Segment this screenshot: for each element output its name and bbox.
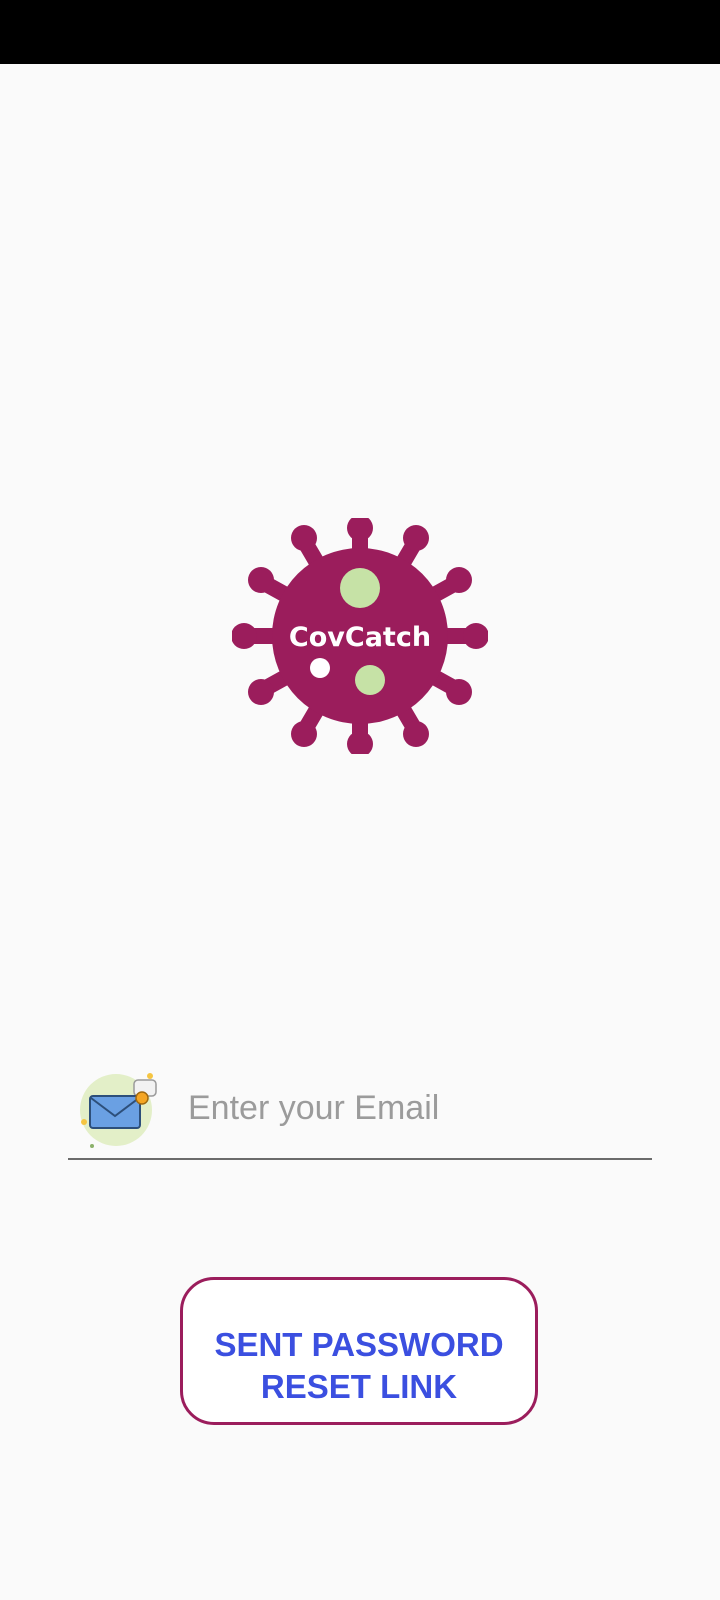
reset-button-label-line1: SENT PASSWORD <box>214 1326 504 1363</box>
send-reset-link-button[interactable]: SENT PASSWORD RESET LINK <box>180 1277 538 1425</box>
logo-text: CovCatch <box>289 622 431 653</box>
email-input[interactable] <box>188 1080 638 1136</box>
email-field-row <box>68 1056 652 1160</box>
status-bar <box>0 0 720 64</box>
email-underline <box>68 1158 652 1160</box>
reset-button-label-line2: RESET LINK <box>260 1368 458 1405</box>
email-envelope-icon <box>78 1068 158 1148</box>
virus-icon: CovCatch <box>232 518 488 754</box>
app-logo: CovCatch <box>232 518 488 754</box>
